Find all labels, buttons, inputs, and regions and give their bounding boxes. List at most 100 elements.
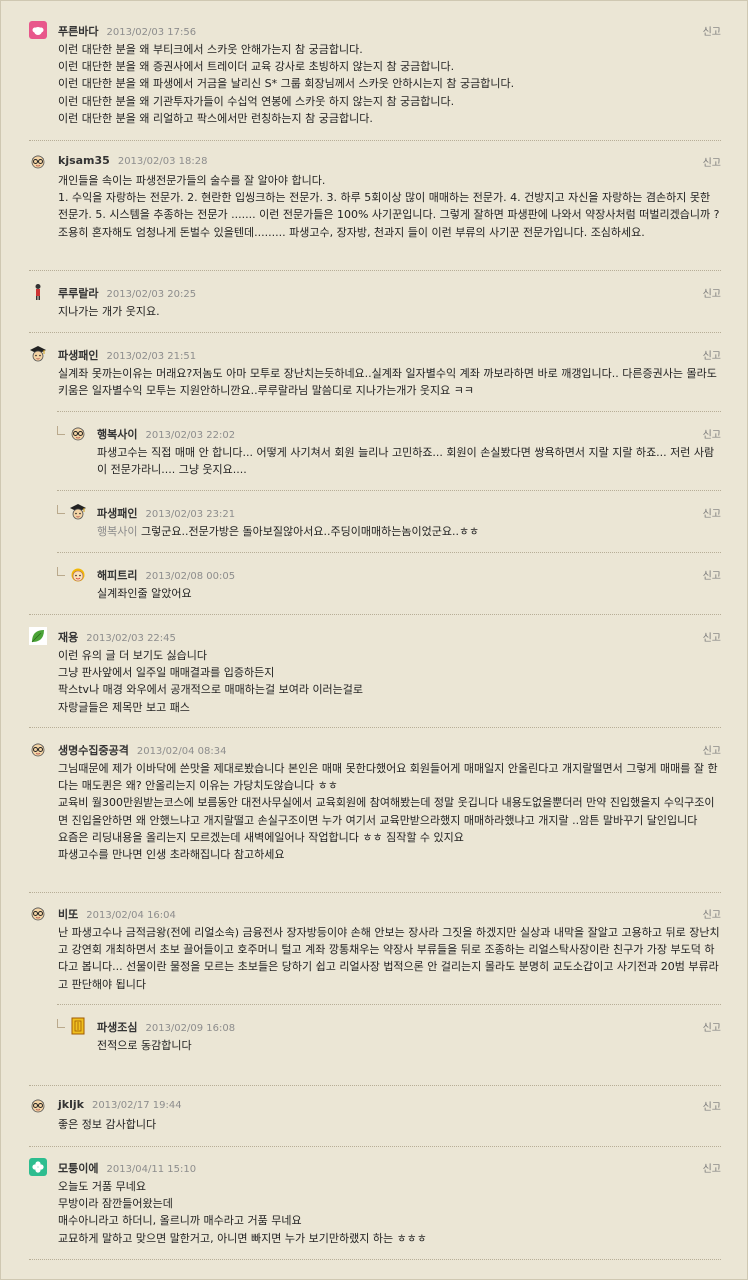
reply-branch-icon xyxy=(57,426,65,435)
comment-line: 좋은 정보 감사합니다 xyxy=(58,1118,157,1131)
reply-branch-icon xyxy=(57,567,65,576)
yellow-scroll-avatar-icon xyxy=(71,1017,85,1035)
comment-divider xyxy=(29,1146,721,1147)
report-link[interactable]: 신고 xyxy=(703,154,721,169)
comment-divider xyxy=(57,552,721,553)
reply-branch-icon xyxy=(57,505,65,514)
comment-line: 1. 수익을 자랑하는 전문가. 2. 현란한 입씽크하는 전문가. 3. 하루… xyxy=(58,191,720,239)
comment-line: 실계좌 못까는이유는 머래요?저놈도 아마 모투로 장난치는듯하네요..실계좌 … xyxy=(58,367,717,398)
report-link[interactable]: 신고 xyxy=(703,1160,721,1175)
comment-line: 난 파생고수나 금적금왕(전에 리얼소속) 금융전사 장자방등이야 손해 안보는… xyxy=(58,926,720,991)
report-link[interactable]: 신고 xyxy=(703,1098,721,1113)
comment-date: 2013/02/04 08:34 xyxy=(136,746,227,757)
comment-divider xyxy=(29,892,721,893)
reply-item: 행복사이 2013/02/03 22:02 신고 파생고수는 직접 매매 안 합니… xyxy=(57,424,721,482)
comment-author[interactable]: 행복사이 xyxy=(97,428,137,441)
comment-item: kjsam35 2013/02/03 18:28 신고 개인들을 속이는 파생전문… xyxy=(29,152,721,264)
comment-date: 2013/02/03 20:25 xyxy=(106,289,197,300)
comment-line: 그님때문에 제가 이바닥에 쓴맛을 제대로봤습니다 본인은 매매 못한다했어요 … xyxy=(58,762,718,793)
comment-item: 푸른바다 2013/02/03 17:56 신고 이런 대단한 분을 왜 부티크에… xyxy=(29,21,721,133)
comment-item: 비또 2013/02/04 16:04 신고 난 파생고수나 금적금왕(전에 리얼… xyxy=(29,904,721,1000)
report-link[interactable]: 신고 xyxy=(703,906,721,921)
report-link[interactable]: 신고 xyxy=(703,505,721,520)
comment-date: 2013/02/03 22:02 xyxy=(145,430,236,441)
comment-line: 팍스tv나 매경 와우에서 공개적으로 매매하는걸 보여라 이러는걸로 xyxy=(58,683,364,697)
pink-cloud-avatar-icon xyxy=(29,21,47,39)
comment-author[interactable]: 루루랄라 xyxy=(58,287,98,300)
glasses-face-avatar-icon xyxy=(71,427,85,441)
comment-body: 지나가는 개가 웃지요. xyxy=(58,303,721,320)
graduate-cap-avatar-icon xyxy=(70,504,86,520)
comment-divider xyxy=(29,140,721,141)
comment-body: 오늘도 거품 무네요 무방이라 잠깐들어왔는데 매수아니라고 하더니, 올르니까… xyxy=(58,1178,721,1247)
reply-item: 파생조심 2013/02/09 16:08 신고 전적으로 동감합니다 xyxy=(57,1017,721,1057)
report-link[interactable]: 신고 xyxy=(703,1019,721,1034)
comment-divider xyxy=(57,411,721,412)
comment-author[interactable]: 푸른바다 xyxy=(58,25,98,38)
clover-avatar-icon xyxy=(29,1158,47,1176)
comment-divider xyxy=(29,1085,721,1086)
comment-line: 이런 대단한 분을 왜 리얼하고 팍스에서만 런칭하는지 참 궁금합니다. xyxy=(58,111,373,125)
comment-date: 2013/02/03 23:21 xyxy=(145,509,236,520)
comment-item: 모퉁이에 2013/04/11 15:10 신고 오늘도 거품 무네요 무방이라 … xyxy=(29,1158,721,1254)
report-link[interactable]: 신고 xyxy=(703,567,721,582)
comment-line: 오늘도 거품 무네요 xyxy=(58,1180,146,1193)
comment-body: 실계좌인줄 알았어요 xyxy=(97,585,721,602)
comment-date: 2013/02/09 16:08 xyxy=(145,1023,236,1034)
comment-divider xyxy=(29,270,721,271)
comment-body: 이런 대단한 분을 왜 부티크에서 스카웃 안해가는지 참 궁금합니다. 이런 … xyxy=(58,41,721,127)
comment-line: 그냥 판사앞에서 일주일 매매결과를 입증하든지 xyxy=(58,666,275,680)
comment-line: 이런 대단한 분을 왜 파생에서 거금을 날리신 S* 그룹 회장님께서 스카웃… xyxy=(58,77,515,91)
comment-line: 매수아니라고 하더니, 올르니까 매수라고 거품 무네요 xyxy=(58,1214,302,1228)
comment-date: 2013/02/17 19:44 xyxy=(91,1100,182,1111)
comment-author[interactable]: 모퉁이에 xyxy=(58,1162,98,1175)
reply-item: 파생패인 2013/02/03 23:21 신고 행복사이 그렇군요..전문가방은… xyxy=(57,503,721,543)
comment-body: 개인들을 속이는 파생전문가들의 술수를 잘 알아야 합니다. 1. 수익을 자… xyxy=(58,172,721,241)
comment-author[interactable]: 비또 xyxy=(58,908,78,921)
reply-branch-icon xyxy=(57,1019,65,1028)
comment-item: 생명수집중공격 2013/02/04 08:34 신고 그님때문에 제가 이바닥에… xyxy=(29,740,721,886)
comment-divider xyxy=(29,332,721,333)
comment-line: 자랑글들은 제목만 보고 패스 xyxy=(58,700,190,714)
comment-body: 파생고수는 직접 매매 안 합니다... 어떻게 사기쳐서 회원 늘리나 고민하… xyxy=(97,444,721,478)
comment-date: 2013/02/03 18:28 xyxy=(117,156,208,167)
report-link[interactable]: 신고 xyxy=(703,23,721,38)
report-link[interactable]: 신고 xyxy=(703,629,721,644)
comment-date: 2013/02/03 17:56 xyxy=(106,27,197,38)
comment-item: 파생패인 2013/02/03 21:51 신고 실계좌 못까는이유는 머래요?저… xyxy=(29,345,721,403)
comment-line: 파생고수는 직접 매매 안 합니다... 어떻게 사기쳐서 회원 늘리나 고민하… xyxy=(97,446,715,477)
comment-date: 2013/02/03 22:45 xyxy=(86,633,176,644)
comment-divider xyxy=(29,614,721,615)
mention-link[interactable]: 행복사이 xyxy=(97,525,137,538)
comment-line: 이런 대단한 분을 왜 증권사에서 트레이더 교육 강사로 초빙하지 않는지 참… xyxy=(58,60,455,74)
comment-item: jkljk 2013/02/17 19:44 신고 좋은 정보 감사합니다 xyxy=(29,1096,721,1136)
comment-line: 이런 대단한 분을 왜 기관투자가들이 수십억 연봉에 스카웃 하지 않는지 참… xyxy=(58,94,455,108)
comment-author[interactable]: 생명수집중공격 xyxy=(58,744,129,757)
blonde-face-avatar-icon xyxy=(71,568,85,582)
report-link[interactable]: 신고 xyxy=(703,742,721,757)
comment-author[interactable]: 파생패인 xyxy=(97,507,137,520)
comment-author[interactable]: 파생조심 xyxy=(97,1021,137,1034)
comment-line: 실계좌인줄 알았어요 xyxy=(97,587,192,600)
comment-body: 행복사이 그렇군요..전문가방은 돌아보질않아서요..주딩이매매하는놈이었군요.… xyxy=(97,523,721,540)
comment-author[interactable]: 해피트리 xyxy=(97,569,137,582)
report-link[interactable]: 신고 xyxy=(703,347,721,362)
report-link[interactable]: 신고 xyxy=(703,285,721,300)
comment-divider xyxy=(57,490,721,491)
reply-item: 해피트리 2013/02/08 00:05 신고 실계좌인줄 알았어요 xyxy=(57,565,721,605)
comment-author[interactable]: kjsam35 xyxy=(58,154,110,167)
comment-line: 이런 대단한 분을 왜 부티크에서 스카웃 안해가는지 참 궁금합니다. xyxy=(58,43,363,56)
comment-date: 2013/04/11 15:10 xyxy=(106,1164,197,1175)
report-link[interactable]: 신고 xyxy=(703,426,721,441)
glasses-face-avatar-icon xyxy=(31,155,45,169)
glasses-face-avatar-icon xyxy=(31,907,45,921)
comment-divider xyxy=(57,1004,721,1005)
graduate-cap-avatar-icon xyxy=(30,346,46,362)
comment-author[interactable]: 재용 xyxy=(58,631,78,644)
comment-line: 그렇군요..전문가방은 돌아보질않아서요..주딩이매매하는놈이었군요..ㅎㅎ xyxy=(140,525,480,538)
comment-line: 전적으로 동감합니다 xyxy=(97,1039,192,1052)
comment-line: 이런 유의 글 더 보기도 싫습니다 xyxy=(58,649,208,662)
comment-author[interactable]: 파생패인 xyxy=(58,349,98,362)
comment-author[interactable]: jkljk xyxy=(58,1098,84,1111)
comment-list: 푸른바다 2013/02/03 17:56 신고 이런 대단한 분을 왜 부티크에… xyxy=(0,0,748,1280)
